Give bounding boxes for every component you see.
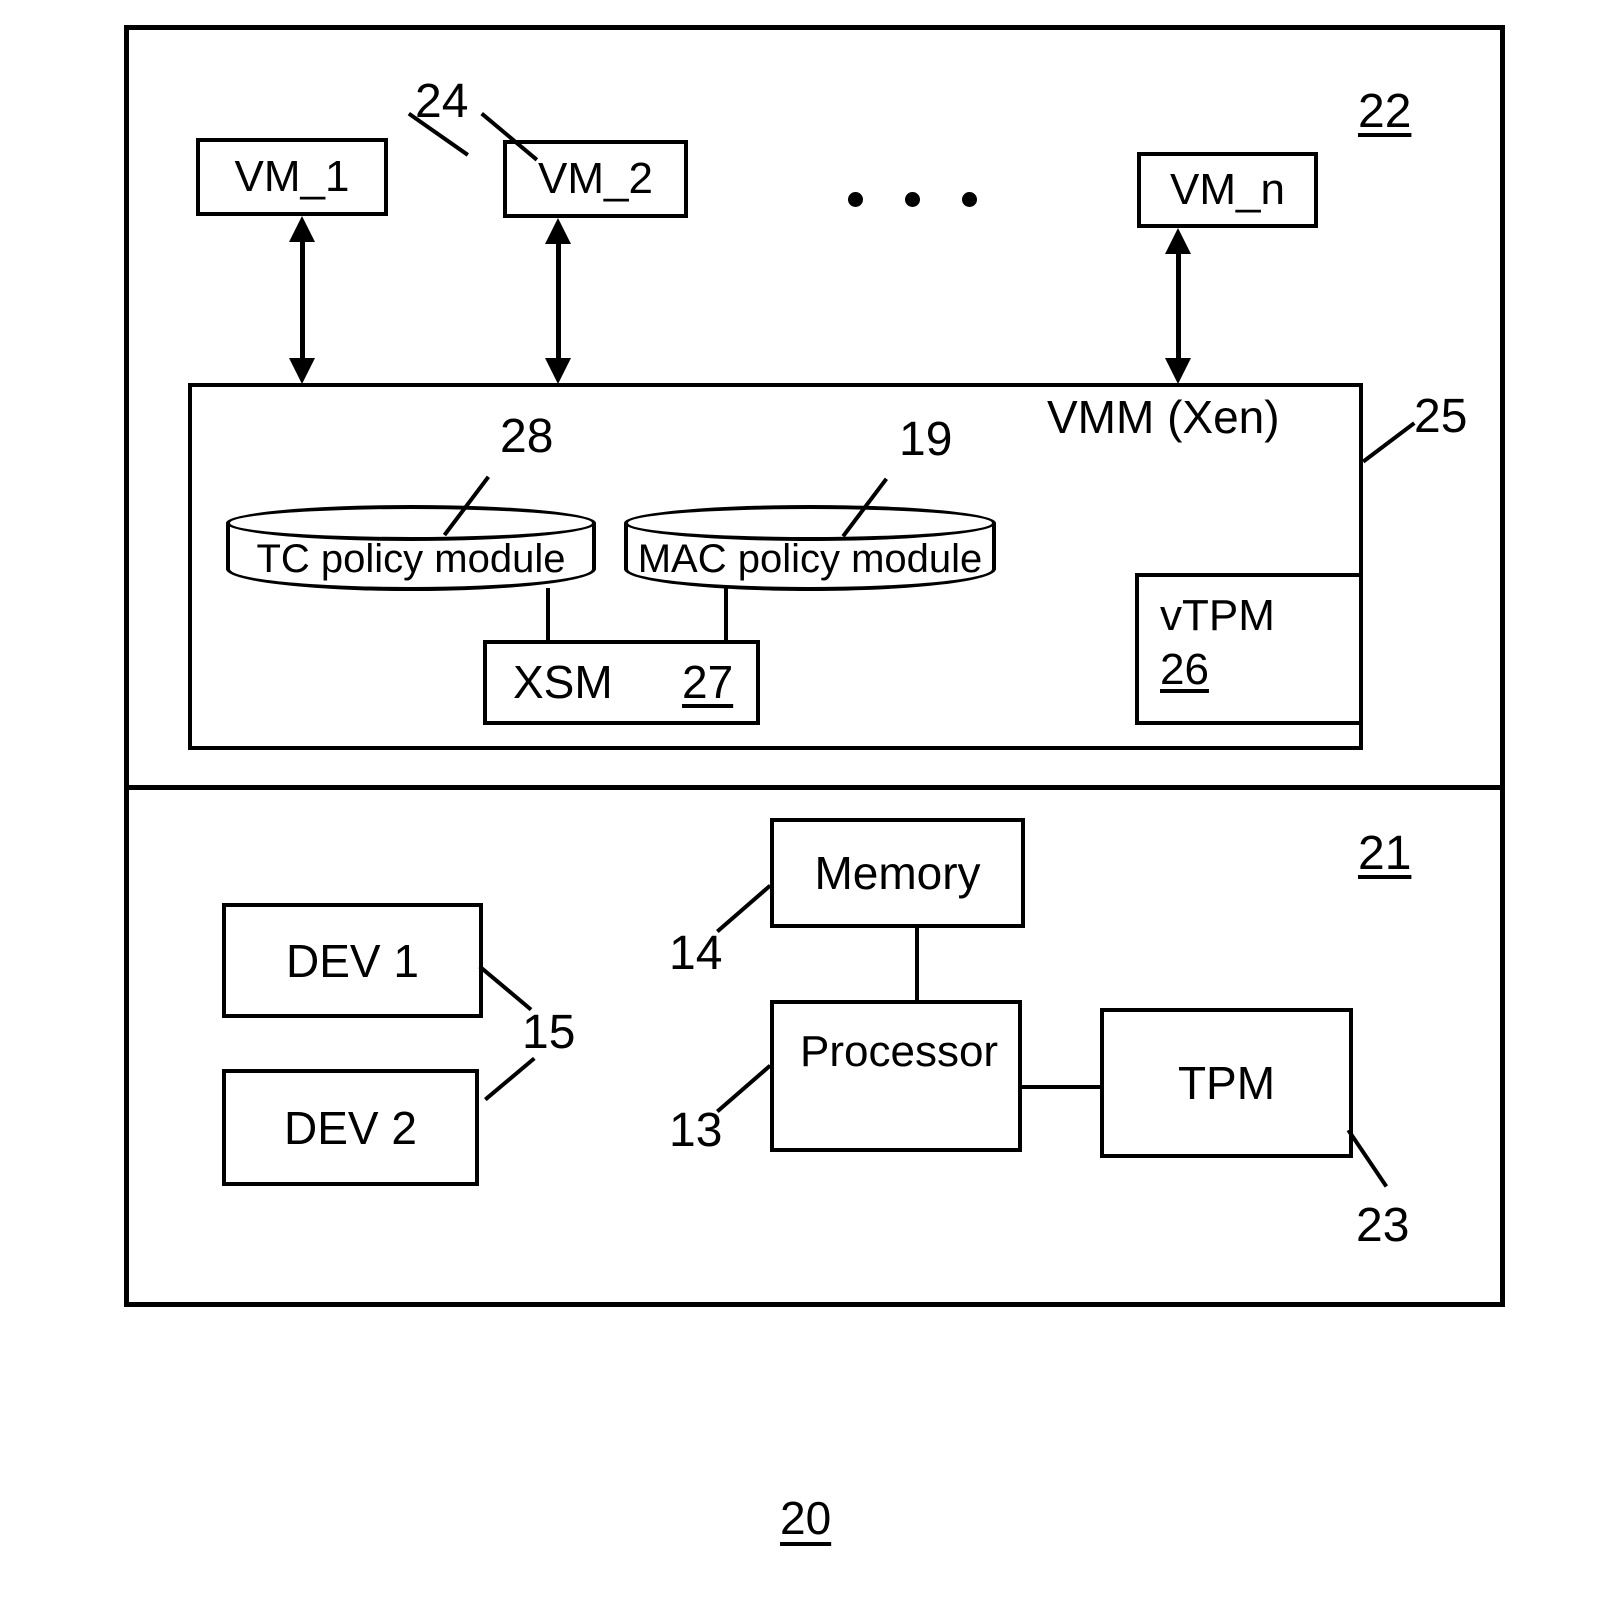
memory-label: Memory	[814, 847, 981, 899]
arrow-head-down	[1165, 358, 1191, 384]
ref-28-tc-policy-module: 28	[500, 410, 554, 463]
connector-processor-to-tpm	[1020, 1085, 1104, 1089]
dev-box-dev-2[interactable]: DEV 2	[222, 1069, 479, 1186]
tpm-box[interactable]: TPM	[1100, 1008, 1353, 1158]
ref-19-mac-policy-module: 19	[899, 413, 953, 466]
ref-24-vm-group: 24	[415, 75, 469, 128]
dev-label-dev-2: DEV 2	[284, 1101, 417, 1154]
memory-box[interactable]: Memory	[770, 818, 1025, 928]
patent-figure-20: 22 VM_1 VM_2 VM_n 24 VMM (Xen) 25 TC pol…	[0, 0, 1606, 1616]
layer-divider	[124, 785, 1505, 790]
ref-13-processor: 13	[669, 1104, 723, 1157]
vm-box-vm-n[interactable]: VM_n	[1137, 152, 1318, 228]
ref-25-vmm: 25	[1414, 390, 1468, 443]
dev-box-dev-1[interactable]: DEV 1	[222, 903, 483, 1018]
ellipsis-dot-1	[848, 192, 863, 207]
cylinder-top-ellipse	[226, 505, 596, 541]
arrow-head-down	[545, 358, 571, 384]
processor-box[interactable]: Processor	[770, 1000, 1022, 1152]
ref-15-devices: 15	[522, 1006, 576, 1059]
vmm-title: VMM (Xen)	[1047, 391, 1280, 443]
connector-mac-to-xsm	[724, 588, 728, 644]
vm-label-vm-1: VM_1	[234, 152, 350, 201]
ref-22-software-layer: 22	[1358, 85, 1412, 138]
mac-policy-module-cylinder[interactable]: MAC policy module	[624, 505, 996, 591]
vm-label-vm-n: VM_n	[1170, 165, 1285, 214]
ref-27-xsm: 27	[682, 656, 734, 708]
ref-21-hardware-layer: 21	[1358, 827, 1412, 880]
xsm-label: XSM	[513, 656, 613, 708]
arrow-vm-1-to-vmm	[289, 216, 315, 384]
arrow-vm-2-to-vmm	[545, 218, 571, 384]
ellipsis-dot-3	[962, 192, 977, 207]
tc-policy-module-cylinder[interactable]: TC policy module	[226, 505, 596, 591]
ref-23-tpm: 23	[1356, 1199, 1410, 1252]
arrow-head-down	[289, 358, 315, 384]
vtpm-label-block: vTPM 26	[1160, 589, 1275, 696]
figure-number: 20	[780, 1492, 832, 1544]
processor-label: Processor	[800, 1027, 999, 1076]
vm-label-vm-2: VM_2	[538, 154, 653, 203]
connector-memory-to-processor	[915, 926, 919, 1004]
connector-tc-to-xsm	[546, 588, 550, 644]
arrow-shaft	[300, 238, 305, 362]
vm-ellipsis-dots	[848, 192, 977, 207]
mac-policy-module-label: MAC policy module	[637, 537, 983, 581]
dev-label-dev-1: DEV 1	[286, 934, 419, 987]
vtpm-label: vTPM	[1160, 591, 1275, 640]
ellipsis-dot-2	[905, 192, 920, 207]
tpm-label: TPM	[1177, 1057, 1276, 1109]
arrow-shaft	[556, 240, 561, 362]
arrow-shaft	[1176, 250, 1181, 362]
ref-14-memory: 14	[669, 927, 723, 980]
tc-policy-module-label: TC policy module	[256, 537, 566, 581]
arrow-vm-n-to-vmm	[1165, 228, 1191, 384]
cylinder-top-ellipse	[624, 505, 996, 541]
vm-box-vm-1[interactable]: VM_1	[196, 138, 388, 216]
ref-26-vtpm: 26	[1160, 644, 1209, 694]
